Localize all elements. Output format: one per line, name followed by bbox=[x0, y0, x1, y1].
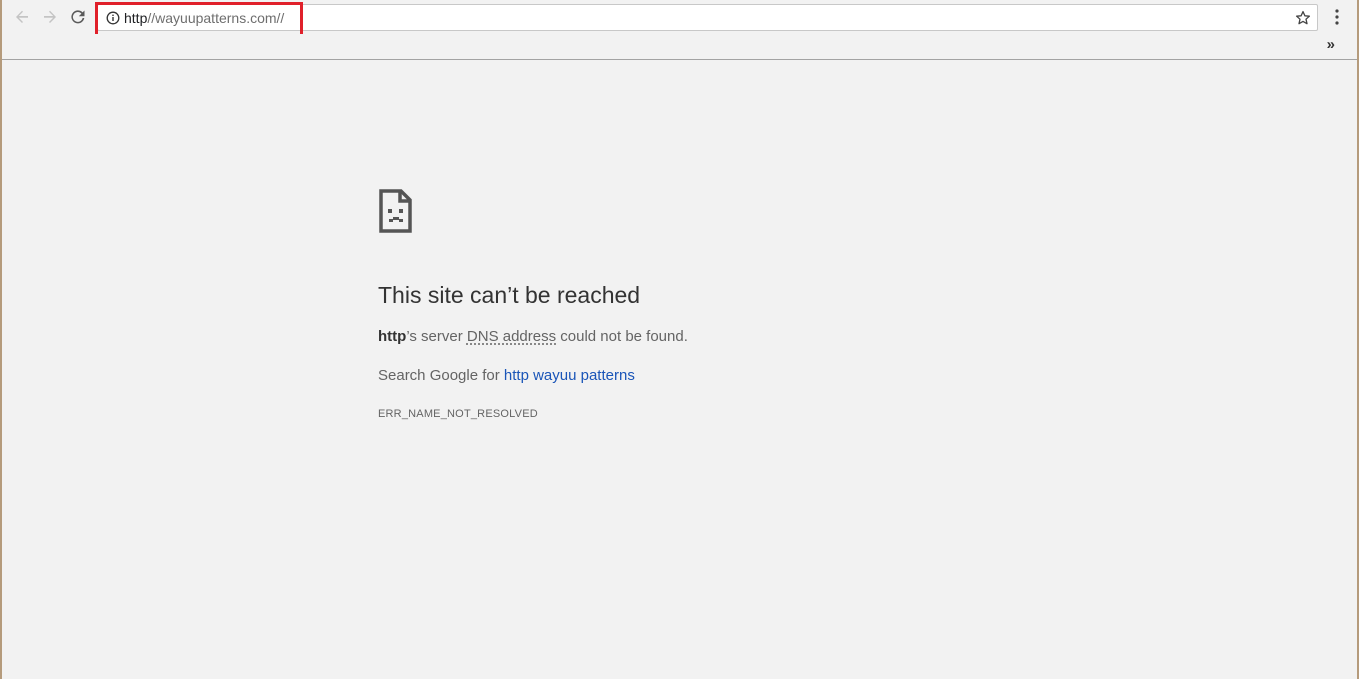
dns-address-term[interactable]: DNS address bbox=[467, 328, 556, 345]
error-title: This site can’t be reached bbox=[378, 282, 641, 308]
bookmarks-overflow-button[interactable]: » bbox=[1327, 36, 1335, 54]
back-button[interactable] bbox=[11, 6, 33, 28]
reload-icon bbox=[71, 10, 85, 24]
reload-button[interactable] bbox=[67, 6, 89, 28]
arrow-right-icon bbox=[44, 10, 56, 23]
info-icon[interactable] bbox=[106, 11, 120, 25]
error-code: ERR_NAME_NOT_RESOLVED bbox=[378, 408, 538, 420]
error-detail: http’s server DNS address could not be f… bbox=[378, 328, 688, 345]
error-host: http bbox=[378, 328, 407, 345]
sad-page-icon bbox=[379, 189, 412, 233]
vertical-dots-icon[interactable] bbox=[1329, 8, 1345, 26]
url-host: http bbox=[124, 10, 148, 26]
search-suggestion-link[interactable]: http wayuu patterns bbox=[504, 367, 635, 384]
browser-toolbar: http//wayuupatterns.com// bbox=[2, 0, 1357, 34]
url-text[interactable]: http//wayuupatterns.com// bbox=[124, 10, 284, 26]
suggest-prefix: Search Google for bbox=[378, 367, 504, 384]
search-suggestion: Search Google for http wayuu patterns bbox=[378, 367, 635, 384]
star-icon[interactable] bbox=[1295, 10, 1311, 26]
error-detail-middle: ’s server bbox=[406, 328, 467, 345]
url-path: //wayuupatterns.com// bbox=[147, 10, 285, 26]
forward-button[interactable] bbox=[39, 6, 61, 28]
address-bar[interactable]: http//wayuupatterns.com// bbox=[97, 4, 1318, 31]
arrow-left-icon bbox=[16, 10, 28, 23]
error-detail-end: could not be found. bbox=[556, 328, 688, 345]
bookmarks-bar: » bbox=[2, 34, 1357, 60]
